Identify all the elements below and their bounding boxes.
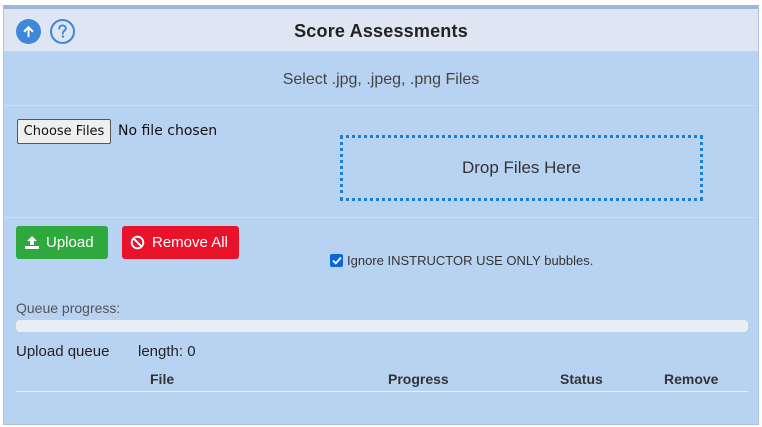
upload-button-label: Upload bbox=[46, 234, 94, 251]
queue-progress-bar bbox=[16, 320, 748, 332]
queue-progress-label: Queue progress: bbox=[16, 300, 121, 316]
remove-all-button[interactable]: Remove All bbox=[122, 226, 239, 259]
drop-zone[interactable]: Drop Files Here bbox=[340, 135, 703, 201]
file-status-text: No file chosen bbox=[118, 123, 218, 139]
ban-icon bbox=[130, 235, 145, 250]
upload-queue-length: length: 0 bbox=[138, 343, 196, 360]
column-header-file: File bbox=[150, 371, 175, 387]
panel-header: Score Assessments bbox=[4, 9, 758, 52]
upload-button[interactable]: Upload bbox=[16, 226, 108, 259]
file-types-subtitle: Select .jpg, .jpeg, .png Files bbox=[282, 71, 480, 88]
column-header-remove: Remove bbox=[664, 371, 719, 387]
ignore-instructor-checkbox[interactable] bbox=[330, 254, 343, 267]
column-header-progress: Progress bbox=[388, 371, 449, 387]
divider bbox=[4, 217, 758, 218]
upload-queue-title: Upload queue bbox=[16, 343, 110, 360]
choose-files-button[interactable]: Choose Files bbox=[17, 119, 111, 144]
column-header-status: Status bbox=[560, 371, 603, 387]
checkmark-icon bbox=[331, 256, 342, 265]
score-assessments-panel: Score Assessments Select .jpg, .jpeg, .p… bbox=[3, 5, 759, 425]
drop-zone-label: Drop Files Here bbox=[461, 158, 582, 177]
divider bbox=[4, 105, 758, 106]
remove-all-button-label: Remove All bbox=[152, 234, 228, 251]
upload-icon bbox=[25, 236, 39, 249]
ignore-instructor-bubbles-option: Ignore INSTRUCTOR USE ONLY bubbles. bbox=[330, 253, 593, 268]
table-header-divider bbox=[16, 391, 748, 392]
page-title: Score Assessments bbox=[294, 21, 468, 41]
ignore-instructor-label: Ignore INSTRUCTOR USE ONLY bubbles. bbox=[347, 253, 594, 268]
